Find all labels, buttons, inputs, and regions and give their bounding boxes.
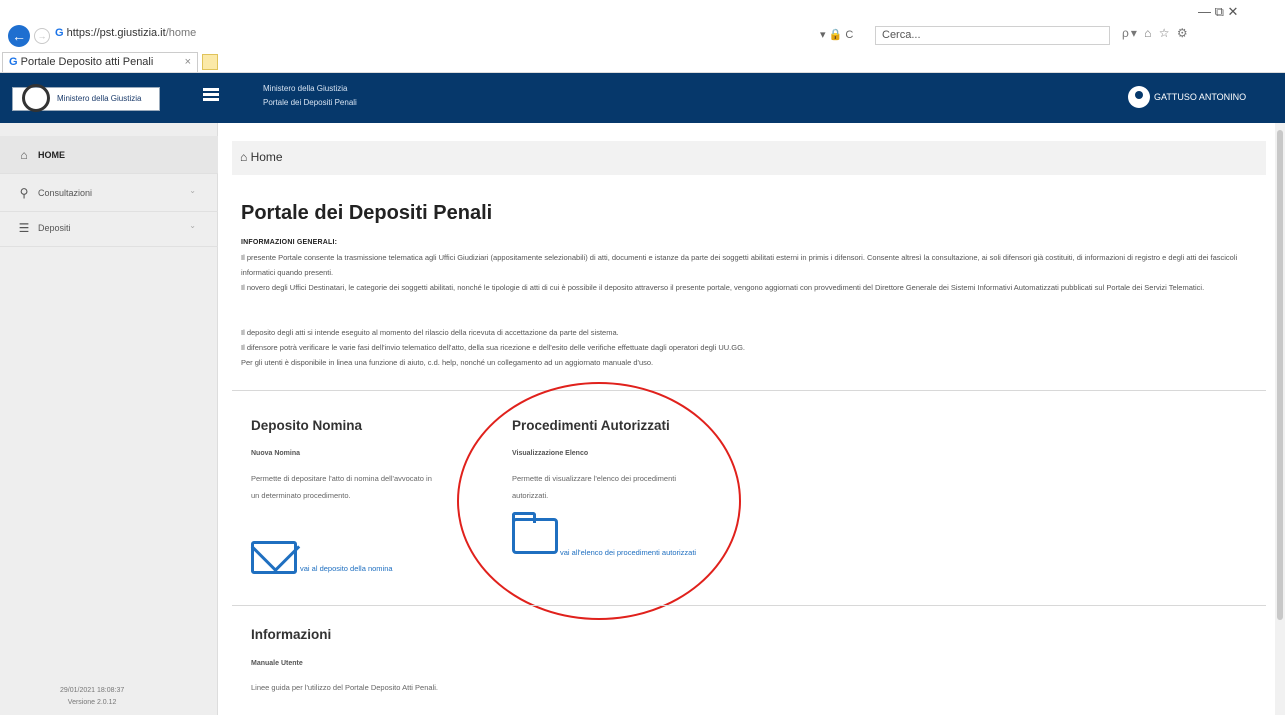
toolbar-icons[interactable]: ρ▾ ⌂ ☆ ⚙ [1122, 26, 1190, 40]
header-subtitle-line2: Portale dei Depositi Penali [263, 98, 357, 107]
user-avatar-icon [1128, 86, 1150, 108]
sidebar-item-label: HOME [38, 149, 65, 160]
info-paragraph-4: Il difensore potrà verificare le varie f… [241, 343, 746, 352]
menu-toggle-icon[interactable] [203, 88, 219, 102]
envelope-icon[interactable] [251, 541, 297, 574]
user-menu[interactable]: GATTUSO ANTONINO [1128, 86, 1246, 108]
footer-version: Versione 2.0.12 [67, 699, 117, 706]
url-domain: pst.giustizia.it [99, 27, 166, 39]
address-bar[interactable]: G https://pst.giustizia.it/home [55, 27, 255, 45]
info-paragraph-3: Il deposito degli atti si intende esegui… [241, 328, 619, 337]
divider [232, 390, 1266, 391]
chevron-down-icon: ⌄ [189, 186, 196, 195]
scrollbar-thumb[interactable] [1277, 130, 1283, 620]
header-subtitle-line1: Ministero della Giustizia [263, 84, 348, 93]
sidebar-item-label: Depositi [38, 222, 71, 233]
info-paragraph-5: Per gli utenti è disponibile in linea un… [241, 358, 654, 367]
card-description-informazioni: Linee guida per l'utilizzo del Portale D… [251, 683, 438, 692]
page-title: Portale dei Depositi Penali [241, 202, 493, 224]
info-paragraph-2: Il novero degli Uffici Destinatari, le c… [241, 283, 1205, 292]
url-path: /home [165, 27, 197, 39]
tab-title: Portale Deposito atti Penali [20, 56, 154, 68]
address-actions[interactable]: ▾ 🔒 C [820, 28, 853, 41]
info-paragraph-1: Il presente Portale consente la trasmiss… [241, 253, 1238, 277]
chevron-down-icon: ⌄ [189, 221, 196, 230]
new-tab-button[interactable] [202, 54, 218, 70]
card-description-nomina: Permette di depositare l'atto di nomina … [251, 474, 432, 500]
breadcrumb-home[interactable]: Home [251, 150, 283, 164]
link-deposito-nomina[interactable]: vai al deposito della nomina [300, 560, 460, 577]
sidebar-item-consultazioni[interactable]: ⚲ Consultazioni ⌄ [0, 174, 218, 212]
back-button[interactable]: ← [8, 25, 30, 47]
user-name: GATTUSO ANTONINO [1154, 92, 1247, 102]
card-title-nomina: Deposito Nomina [251, 418, 363, 433]
card-title-informazioni: Informazioni [251, 627, 332, 642]
footer-date: 29/01/2021 18:08:37 [60, 687, 125, 694]
sidebar-footer: 29/01/2021 18:08:37 Versione 2.0.12 [60, 685, 124, 709]
sidebar-item-depositi[interactable]: ☰ Depositi ⌄ [0, 209, 218, 247]
forward-button[interactable]: → [34, 28, 50, 44]
annotation-circle [457, 382, 741, 620]
url-prefix: https:// [66, 27, 100, 39]
divider [232, 605, 1266, 606]
home-icon: ⌂ [20, 147, 28, 162]
browser-search-input[interactable]: Cerca... [875, 26, 1110, 45]
card-subtitle-nomina: Nuova Nomina [251, 450, 301, 457]
app-header [0, 73, 1285, 123]
depositi-icon: ☰ [18, 220, 30, 235]
search-icon: ⚲ [19, 185, 29, 200]
tab-favicon-icon: G [9, 56, 21, 68]
site-favicon-icon: G [55, 27, 67, 39]
info-heading: INFORMAZIONI GENERALI: [241, 239, 338, 246]
sidebar-item-label: Consultazioni [38, 187, 93, 198]
logo-text: Ministero della Giustizia [57, 94, 142, 103]
logo-emblem-icon [22, 84, 50, 112]
home-icon[interactable]: ⌂ [240, 150, 251, 164]
window-controls[interactable]: — ⧉ ✕ [1198, 4, 1238, 20]
tab-close-icon[interactable]: × [185, 56, 191, 68]
sidebar-item-home[interactable]: ⌂ HOME [0, 136, 218, 174]
browser-tab[interactable]: G Portale Deposito atti Penali × [2, 52, 198, 72]
header-subtitle: Ministero della Giustizia Portale dei De… [263, 82, 357, 110]
breadcrumb: ⌂ Home [232, 141, 1266, 175]
card-subtitle-informazioni[interactable]: Manuale Utente [251, 660, 303, 667]
